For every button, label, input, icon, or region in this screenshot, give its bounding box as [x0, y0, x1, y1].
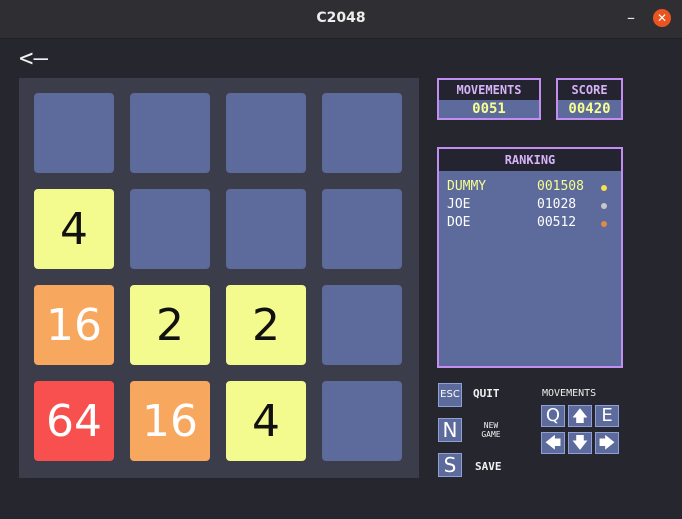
empty-cell: [322, 285, 402, 365]
tile: 64: [34, 381, 114, 461]
score-value: 00420: [568, 101, 611, 117]
game-board: 4 16 2 2 64 16 4: [19, 78, 419, 478]
new-game-label[interactable]: NEW GAME: [478, 421, 504, 439]
title-bar: C2048 – ✕: [0, 0, 682, 39]
empty-cell: [322, 189, 402, 269]
empty-cell: [322, 93, 402, 173]
score-counter: SCORE 00420: [556, 78, 623, 120]
movements-counter-value: 0051: [472, 101, 506, 117]
ranking-name: DOE: [447, 215, 471, 230]
empty-cell: [130, 189, 210, 269]
ranking-row: DUMMY 001508: [447, 179, 617, 197]
movements-counter-label: MOVEMENTS: [439, 80, 539, 100]
tile: 2: [130, 285, 210, 365]
ranking-title: RANKING: [439, 149, 621, 171]
back-button[interactable]: <–: [19, 44, 55, 72]
ranking-name: DUMMY: [447, 179, 487, 194]
new-game-key[interactable]: N: [438, 418, 462, 442]
app-window: C2048 – ✕ <– 4 16 2 2 64 16 4 MOVEMENTS 0051 S…: [0, 0, 682, 519]
empty-cell: [130, 93, 210, 173]
ranking-row: JOE 01028: [447, 197, 617, 215]
right-arrow-icon[interactable]: 🡆: [595, 432, 619, 454]
window-title: C2048: [316, 10, 366, 26]
tile: 4: [34, 189, 114, 269]
new-game-label-line1: NEW: [483, 421, 499, 430]
ranking-panel: RANKING DUMMY 001508 JOE 01028 DOE 00512: [437, 147, 623, 368]
quit-label[interactable]: QUIT: [473, 387, 500, 400]
tile: 16: [34, 285, 114, 365]
movements-keys-label: MOVEMENTS: [542, 388, 597, 399]
empty-cell: [226, 93, 306, 173]
q-key[interactable]: Q: [541, 405, 565, 427]
ranking-row: DOE 00512: [447, 215, 617, 233]
ranking-score: 01028: [537, 197, 577, 212]
ranking-score: 001508: [537, 179, 584, 194]
e-key[interactable]: E: [595, 405, 619, 427]
save-key[interactable]: S: [438, 453, 462, 477]
medal-dot-icon: [601, 221, 607, 227]
ranking-score: 00512: [537, 215, 577, 230]
ranking-name: JOE: [447, 197, 471, 212]
tile: 16: [130, 381, 210, 461]
esc-key[interactable]: ESC: [438, 383, 462, 407]
movements-counter: MOVEMENTS 0051: [437, 78, 541, 120]
down-arrow-icon[interactable]: 🡇: [568, 432, 592, 454]
score-label: SCORE: [558, 80, 621, 100]
up-arrow-icon[interactable]: 🡅: [568, 405, 592, 427]
tile: 2: [226, 285, 306, 365]
minimize-button[interactable]: –: [622, 9, 640, 27]
medal-dot-icon: [601, 185, 607, 191]
tile: 4: [226, 381, 306, 461]
save-label[interactable]: SAVE: [475, 460, 502, 473]
left-arrow-icon[interactable]: 🡄: [541, 432, 565, 454]
medal-dot-icon: [601, 203, 607, 209]
empty-cell: [322, 381, 402, 461]
close-button[interactable]: ✕: [653, 9, 671, 27]
empty-cell: [34, 93, 114, 173]
empty-cell: [226, 189, 306, 269]
new-game-label-line2: GAME: [481, 430, 501, 439]
back-arrow-icon: <–: [19, 44, 48, 72]
